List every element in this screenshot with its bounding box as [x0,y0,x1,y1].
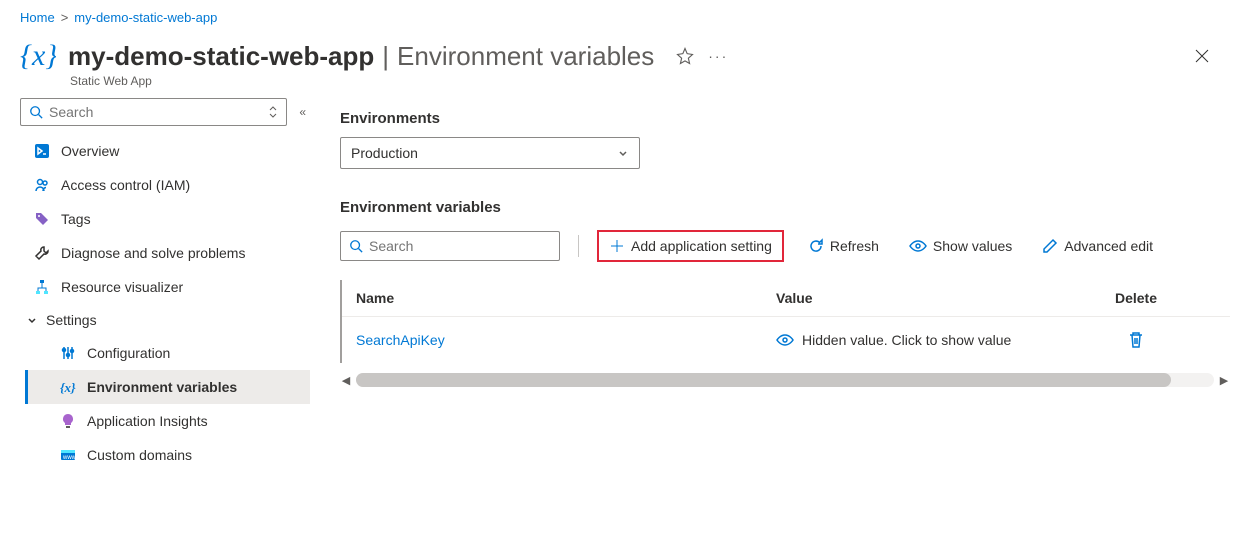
sidebar-item-resource-visualizer[interactable]: Resource visualizer [20,270,310,304]
eye-icon [909,239,927,253]
sort-icon[interactable] [268,105,278,119]
scroll-track[interactable] [356,373,1214,387]
sliders-icon [59,344,77,362]
page-title: my-demo-static-web-app | Environment var… [68,41,654,72]
delete-button[interactable] [1128,331,1144,349]
chevron-down-icon [617,147,629,159]
env-var-search-input[interactable] [363,238,551,254]
sidebar-search-input[interactable] [43,104,278,120]
page-header: {x} my-demo-static-web-app | Environment… [0,30,1240,78]
sidebar-item-custom-domains[interactable]: www Custom domains [48,438,310,472]
main-content: Environments Production Environment vari… [320,98,1240,525]
wrench-icon [33,244,51,262]
scroll-thumb[interactable] [356,373,1171,387]
page-title-name: my-demo-static-web-app [68,41,374,72]
sidebar-search[interactable] [20,98,287,126]
env-var-table: Name Value Delete SearchApiKey Hidden va… [340,280,1230,363]
domain-icon: www [59,446,77,464]
environment-select-value: Production [351,145,418,161]
tag-icon [33,210,51,228]
more-actions-icon[interactable]: ··· [708,48,728,64]
eye-icon [776,333,794,347]
svg-text:{x}: {x} [60,380,76,395]
page-title-divider: | [382,41,389,72]
sidebar-section-label: Settings [46,312,97,328]
env-var-search[interactable] [340,231,560,261]
sidebar-item-configuration[interactable]: Configuration [48,336,310,370]
people-icon [33,176,51,194]
refresh-button[interactable]: Refresh [802,234,885,258]
hidden-value-text: Hidden value. Click to show value [802,332,1011,348]
col-name[interactable]: Name [356,290,776,306]
sidebar-item-label: Tags [61,211,91,227]
breadcrumb-resource[interactable]: my-demo-static-web-app [74,10,217,25]
sidebar-item-tags[interactable]: Tags [20,202,310,236]
button-label: Show values [933,238,1012,254]
sidebar-item-application-insights[interactable]: Application Insights [48,404,310,438]
lightbulb-icon [59,412,77,430]
favorite-star-icon[interactable] [676,47,694,65]
environments-label: Environments [340,110,1230,127]
resource-type-label: Static Web App [0,74,1240,98]
add-application-setting-button[interactable]: Add application setting [597,230,784,262]
sidebar-item-access-control[interactable]: Access control (IAM) [20,168,310,202]
breadcrumb: Home > my-demo-static-web-app [0,0,1240,30]
svg-text:{x}: {x} [20,39,56,72]
sidebar-section-settings[interactable]: Settings [20,304,310,336]
scroll-right-icon[interactable]: ▶ [1218,374,1230,387]
breadcrumb-home[interactable]: Home [20,10,55,25]
svg-text:www: www [62,455,76,461]
sidebar-item-label: Access control (IAM) [61,177,190,193]
col-value[interactable]: Value [776,290,1096,306]
show-values-button[interactable]: Show values [903,234,1018,258]
env-var-name-link[interactable]: SearchApiKey [356,332,445,348]
env-var-hidden-value[interactable]: Hidden value. Click to show value [776,332,1096,348]
visualizer-icon [33,278,51,296]
overview-icon [33,142,51,160]
sidebar-item-overview[interactable]: Overview [20,134,310,168]
pencil-icon [1042,238,1058,254]
scroll-left-icon[interactable]: ◀ [340,374,352,387]
table-header: Name Value Delete [342,280,1230,316]
close-icon[interactable] [1194,48,1210,64]
search-icon [29,105,43,119]
plus-icon [609,238,625,254]
toolbar-divider [578,235,579,257]
env-vars-label: Environment variables [340,199,1230,216]
table-row: SearchApiKey Hidden value. Click to show… [342,316,1230,363]
sidebar-item-diagnose[interactable]: Diagnose and solve problems [20,236,310,270]
sidebar-item-label: Configuration [87,345,170,361]
sidebar-item-label: Application Insights [87,413,208,429]
sidebar-item-label: Environment variables [87,379,237,395]
environment-select[interactable]: Production [340,137,640,169]
sidebar-item-label: Resource visualizer [61,279,183,295]
col-delete[interactable]: Delete [1096,290,1216,306]
sidebar-item-label: Diagnose and solve problems [61,245,245,261]
horizontal-scrollbar[interactable]: ◀ ▶ [340,371,1230,389]
chevron-down-icon [26,314,38,326]
search-icon [349,239,363,253]
variable-icon: {x} [59,378,77,396]
sidebar-item-label: Custom domains [87,447,192,463]
button-label: Add application setting [631,238,772,254]
breadcrumb-separator: > [61,10,69,25]
sidebar-item-label: Overview [61,143,119,159]
resource-type-icon: {x} [20,38,56,74]
toolbar: Add application setting Refresh Show val… [340,230,1230,262]
button-label: Refresh [830,238,879,254]
button-label: Advanced edit [1064,238,1153,254]
collapse-sidebar-icon[interactable]: « [295,101,310,123]
sidebar: « Overview Access control (IAM) Tags Dia [0,98,320,525]
advanced-edit-button[interactable]: Advanced edit [1036,234,1159,258]
sidebar-item-environment-variables[interactable]: {x} Environment variables [48,370,310,404]
refresh-icon [808,238,824,254]
page-title-section: Environment variables [397,41,654,72]
